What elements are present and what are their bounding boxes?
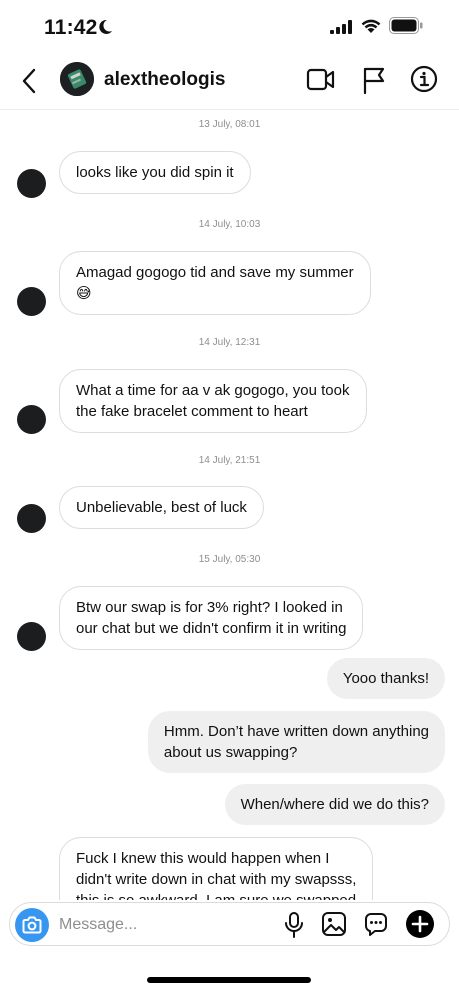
message-thread[interactable]: 13 July, 08:01 looks like you did spin i…: [0, 110, 459, 900]
add-button[interactable]: [406, 910, 434, 938]
camera-icon: [22, 916, 42, 934]
video-call-icon[interactable]: [306, 67, 336, 93]
message-outgoing[interactable]: When/where did we do this?: [224, 784, 445, 825]
sender-avatar[interactable]: [17, 287, 46, 316]
gallery-icon[interactable]: [321, 911, 347, 937]
home-indicator[interactable]: [147, 977, 311, 983]
sticker-icon[interactable]: [363, 911, 389, 937]
status-bar: 11:42: [0, 0, 459, 52]
message-outgoing[interactable]: Yooo thanks!: [326, 658, 445, 699]
chat-username[interactable]: alextheologis: [104, 69, 225, 91]
message-composer: [9, 902, 450, 946]
camera-button[interactable]: [15, 908, 49, 942]
sender-avatar[interactable]: [17, 504, 46, 533]
timestamp: 14 July, 10:03: [198, 219, 261, 230]
wifi-icon: [361, 19, 381, 33]
message-incoming[interactable]: Fuck I knew this would happen when I did…: [59, 837, 374, 900]
timestamp: 14 July, 12:31: [198, 337, 261, 348]
plus-icon: [411, 915, 429, 933]
message-input[interactable]: [59, 913, 259, 937]
battery-icon: [389, 17, 423, 34]
sender-avatar[interactable]: [17, 169, 46, 198]
status-time: 11:42: [44, 16, 98, 39]
chat-header: alextheologis: [0, 52, 459, 110]
flag-icon[interactable]: [362, 65, 386, 95]
timestamp: 15 July, 05:30: [198, 554, 261, 565]
cellular-signal-icon: [330, 20, 352, 34]
message-incoming[interactable]: Btw our swap is for 3% right? I looked i…: [59, 586, 364, 650]
info-icon[interactable]: [410, 65, 438, 93]
message-incoming[interactable]: Amagad gogogo tid and save my summer 😅: [59, 251, 371, 315]
message-incoming[interactable]: looks like you did spin it: [59, 151, 251, 194]
message-incoming[interactable]: What a time for aa v ak gogogo, you took…: [59, 369, 367, 433]
microphone-icon[interactable]: [283, 911, 305, 939]
timestamp: 14 July, 21:51: [198, 455, 261, 466]
back-icon[interactable]: [18, 66, 42, 96]
avatar-image: [60, 62, 94, 96]
message-outgoing[interactable]: Hmm. Don’t have written down anything ab…: [147, 711, 445, 773]
avatar[interactable]: [60, 62, 94, 96]
sender-avatar[interactable]: [17, 405, 46, 434]
sender-avatar[interactable]: [17, 622, 46, 651]
moon-icon: [99, 19, 112, 34]
message-incoming[interactable]: Unbelievable, best of luck: [59, 486, 264, 529]
timestamp: 13 July, 08:01: [198, 119, 261, 130]
